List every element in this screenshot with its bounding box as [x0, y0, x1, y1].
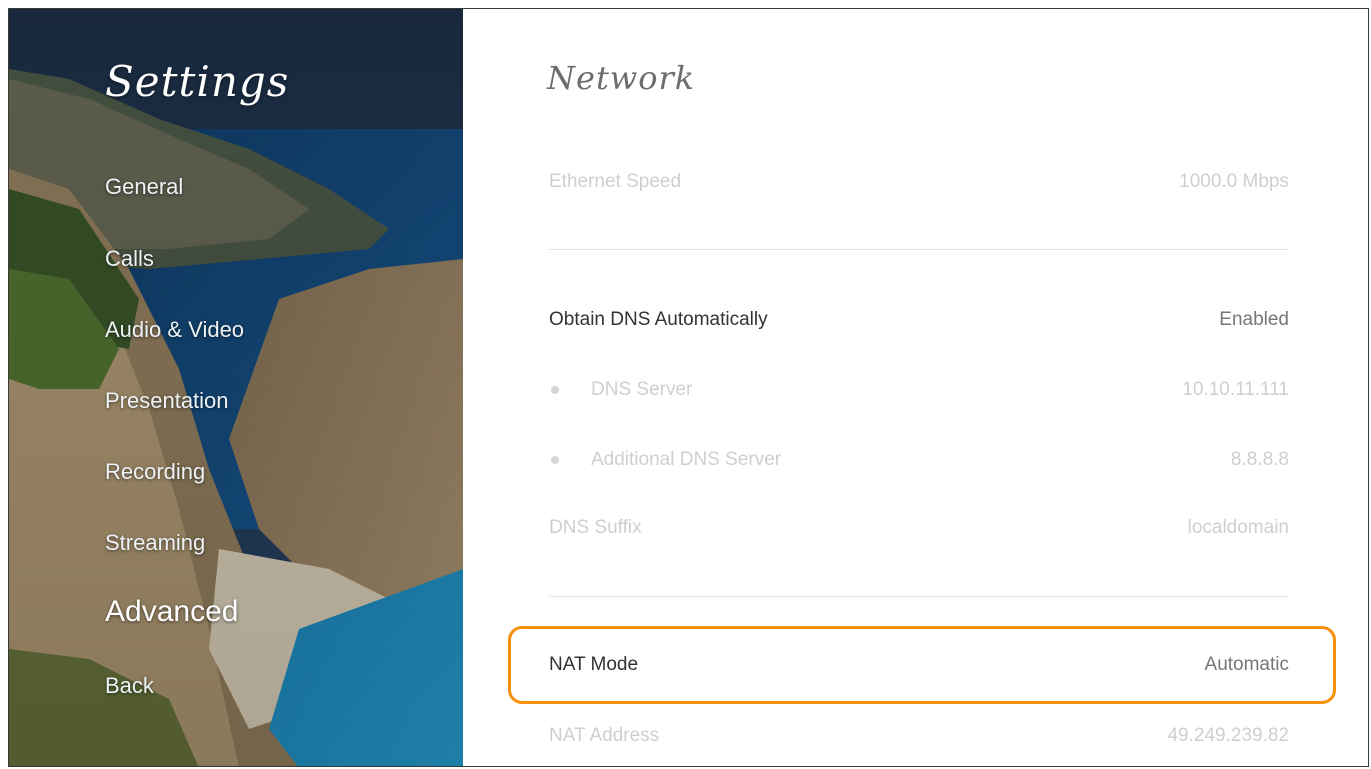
ethernet-speed-row[interactable]: Ethernet Speed 1000.0 Mbps — [549, 162, 1289, 202]
row-label: Ethernet Speed — [549, 171, 682, 192]
row-label: Additional DNS Server — [591, 449, 782, 470]
bullet-icon — [551, 386, 559, 394]
sidebar-item-calls[interactable]: Calls — [105, 246, 154, 272]
row-label: NAT Mode — [549, 654, 639, 675]
row-value: Automatic — [1204, 654, 1289, 675]
sidebar-item-audio-video[interactable]: Audio & Video — [105, 317, 244, 343]
page-title: Network — [547, 59, 696, 97]
sidebar-item-general[interactable]: General — [105, 174, 183, 200]
row-label: DNS Suffix — [549, 517, 642, 538]
sidebar: Settings General Calls Audio & Video Pre… — [9, 9, 463, 766]
row-value: 49.249.239.82 — [1167, 725, 1289, 746]
nat-address-row[interactable]: NAT Address 49.249.239.82 — [549, 716, 1289, 756]
row-value: 8.8.8.8 — [1230, 449, 1289, 470]
sidebar-title: Settings — [105, 57, 290, 106]
bullet-icon — [551, 456, 559, 464]
row-value: 10.10.11.111 — [1182, 379, 1289, 400]
sidebar-item-back[interactable]: Back — [105, 673, 154, 699]
sidebar-item-presentation[interactable]: Presentation — [105, 388, 229, 414]
dns-suffix-row[interactable]: DNS Suffix localdomain — [549, 508, 1289, 548]
row-value: localdomain — [1187, 517, 1289, 538]
obtain-dns-automatically-row[interactable]: Obtain DNS Automatically Enabled — [549, 300, 1289, 340]
row-value: Enabled — [1219, 309, 1289, 330]
dns-server-row[interactable]: DNS Server 10.10.11.111 — [549, 370, 1289, 410]
nat-mode-row[interactable]: NAT Mode Automatic — [549, 645, 1289, 685]
settings-window: Settings General Calls Audio & Video Pre… — [8, 8, 1369, 767]
row-value: 1000.0 Mbps — [1179, 171, 1289, 192]
sidebar-item-advanced[interactable]: Advanced — [105, 595, 238, 629]
divider — [549, 249, 1289, 250]
sidebar-background-image — [9, 9, 463, 766]
network-settings-panel: Network Ethernet Speed 1000.0 Mbps Obtai… — [463, 9, 1368, 766]
row-label: DNS Server — [591, 379, 693, 400]
row-label: NAT Address — [549, 725, 660, 746]
row-label: Obtain DNS Automatically — [549, 309, 768, 330]
divider — [549, 596, 1289, 597]
additional-dns-server-row[interactable]: Additional DNS Server 8.8.8.8 — [549, 440, 1289, 480]
sidebar-item-recording[interactable]: Recording — [105, 459, 205, 485]
sidebar-item-streaming[interactable]: Streaming — [105, 530, 205, 556]
